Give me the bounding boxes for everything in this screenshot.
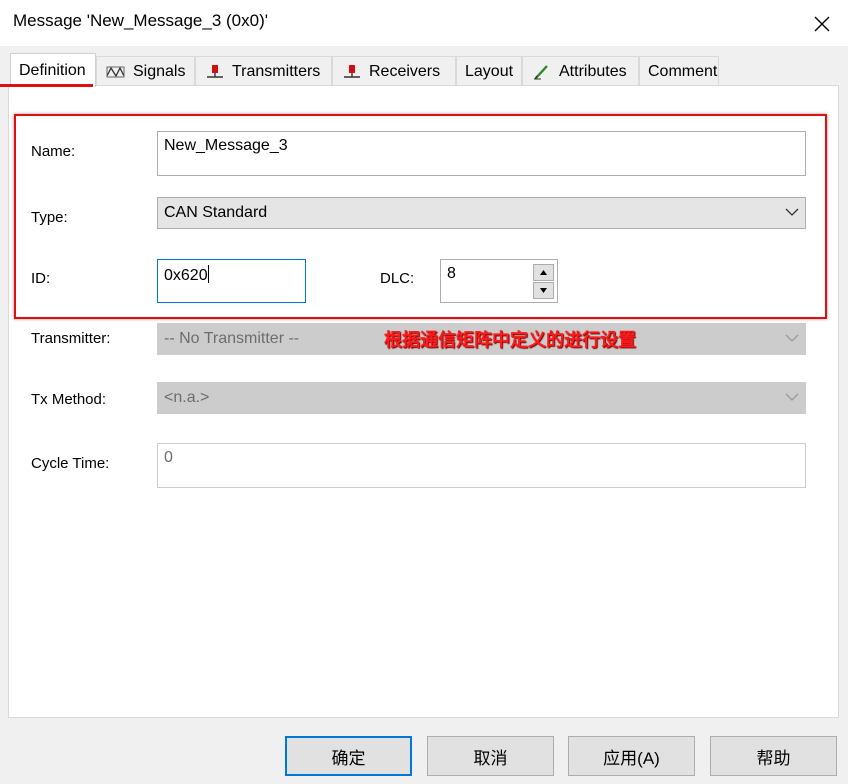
ecu-node-red-icon xyxy=(204,63,226,81)
title-bar: Message 'New_Message_3 (0x0)' xyxy=(0,0,848,46)
tab-label: Comment xyxy=(648,62,718,80)
signal-wave-icon xyxy=(105,63,127,81)
window-title: Message 'New_Message_3 (0x0)' xyxy=(13,11,268,30)
cycletime-input: 0 xyxy=(157,443,806,488)
tab-label: Attributes xyxy=(559,62,627,80)
tab-label: Definition xyxy=(19,61,86,79)
txmethod-dropdown: <n.a.> xyxy=(157,382,806,414)
pencil-icon xyxy=(531,63,553,81)
tab-comment[interactable]: Comment xyxy=(639,56,719,86)
transmitter-label: Transmitter: xyxy=(31,330,111,347)
tab-receivers[interactable]: Receivers xyxy=(332,56,456,86)
annotation-text: 根据通信矩阵中定义的进行设置 xyxy=(384,330,636,351)
apply-button[interactable]: 应用(A) xyxy=(568,736,695,776)
ok-button[interactable]: 确定 xyxy=(285,736,412,776)
cancel-button[interactable]: 取消 xyxy=(427,736,554,776)
tab-label: Transmitters xyxy=(232,62,321,80)
tab-transmitters[interactable]: Transmitters xyxy=(195,56,332,86)
chevron-down-icon xyxy=(785,334,799,342)
tab-label: Receivers xyxy=(369,62,441,80)
tab-definition[interactable]: Definition xyxy=(10,53,96,87)
active-tab-underline-annotation xyxy=(0,84,93,87)
txmethod-label: Tx Method: xyxy=(31,391,107,408)
txmethod-value: <n.a.> xyxy=(164,389,210,406)
tab-label: Layout xyxy=(465,62,514,80)
close-icon xyxy=(814,16,830,32)
annotation-highlight-box xyxy=(14,114,827,319)
help-button[interactable]: 帮助 xyxy=(710,736,837,776)
chevron-down-icon xyxy=(785,393,799,401)
tab-layout[interactable]: Layout xyxy=(456,56,522,86)
close-button[interactable] xyxy=(806,8,838,40)
ecu-node-red-icon xyxy=(341,63,363,81)
tab-signals[interactable]: Signals xyxy=(96,56,195,86)
tab-label: Signals xyxy=(133,62,186,80)
cycletime-label: Cycle Time: xyxy=(31,455,110,472)
tab-attributes[interactable]: Attributes xyxy=(522,56,639,86)
transmitter-value: -- No Transmitter -- xyxy=(164,330,300,347)
